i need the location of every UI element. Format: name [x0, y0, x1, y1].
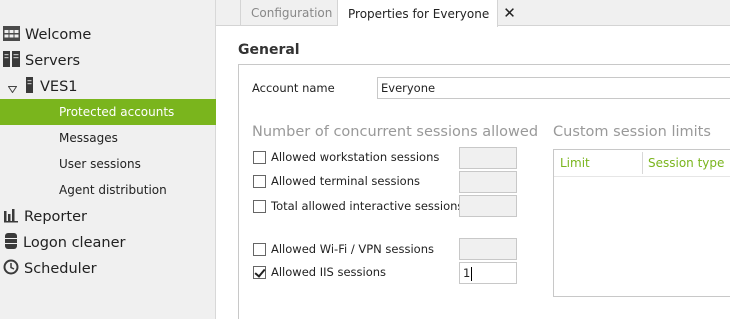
custom-limits-table[interactable]: Limit Session type	[553, 149, 730, 297]
column-header-limit[interactable]: Limit	[560, 156, 590, 170]
sidebar-item-messages[interactable]: Messages	[0, 125, 216, 151]
sidebar-item-label: User sessions	[59, 157, 141, 171]
chevron-down-icon[interactable]	[7, 78, 18, 97]
account-name-field[interactable]: Everyone	[377, 77, 730, 99]
text-caret	[471, 266, 473, 281]
sidebar-item-protected-accounts[interactable]: Protected accounts	[0, 99, 216, 125]
workstation-sessions-checkbox[interactable]	[253, 150, 266, 164]
interactive-sessions-checkbox[interactable]	[253, 199, 266, 213]
tab-configuration[interactable]: Configuration	[240, 0, 338, 26]
sidebar-item-user-sessions[interactable]: User sessions	[0, 151, 216, 177]
sidebar-item-label: Logon cleaner	[23, 235, 126, 251]
section-title: General	[238, 42, 300, 58]
column-header-session-type[interactable]: Session type	[648, 156, 724, 170]
server-icon	[26, 77, 33, 97]
terminal-sessions-input[interactable]	[459, 171, 517, 193]
tab-properties-for-everyone[interactable]: Properties for Everyone ✕	[338, 0, 516, 27]
app-window: Welcome Servers VES1 Protected accounts …	[0, 0, 730, 319]
tab-label: Properties for Everyone	[348, 6, 490, 21]
iis-sessions-value: 1	[463, 266, 471, 280]
sidebar-item-reporter[interactable]: Reporter	[0, 204, 216, 230]
header-divider	[554, 176, 730, 177]
sidebar-item-label: Reporter	[24, 209, 87, 225]
sidebar-item-label: Protected accounts	[59, 105, 175, 119]
close-icon[interactable]: ✕	[503, 6, 516, 21]
concurrent-sessions-heading: Number of concurrent sessions allowed	[252, 124, 539, 140]
tab-label: Configuration	[251, 6, 333, 20]
sidebar-item-label: Welcome	[25, 27, 92, 43]
sidebar-item-label: Messages	[59, 131, 118, 145]
servers-icon	[3, 51, 20, 71]
wifi-vpn-sessions-checkbox[interactable]	[253, 242, 266, 256]
wifi-vpn-sessions-row: Allowed Wi-Fi / VPN sessions	[253, 241, 434, 257]
account-name-label: Account name	[252, 81, 335, 95]
clock-icon	[3, 259, 19, 279]
sidebar-item-agent-distribution[interactable]: Agent distribution	[0, 177, 216, 203]
terminal-sessions-checkbox[interactable]	[253, 174, 266, 188]
sidebar-item-label: Servers	[25, 53, 81, 69]
grid-icon	[3, 25, 20, 45]
sidebar-item-welcome[interactable]: Welcome	[0, 22, 216, 48]
wifi-vpn-sessions-label[interactable]: Allowed Wi-Fi / VPN sessions	[271, 242, 434, 256]
interactive-sessions-row: Total allowed interactive sessions	[253, 198, 463, 214]
sidebar-item-servers[interactable]: Servers	[0, 48, 216, 74]
iis-sessions-label[interactable]: Allowed IIS sessions	[271, 265, 386, 279]
workstation-sessions-label[interactable]: Allowed workstation sessions	[271, 150, 439, 164]
sidebar-item-logon-cleaner[interactable]: Logon cleaner	[0, 230, 216, 256]
terminal-sessions-row: Allowed terminal sessions	[253, 173, 420, 189]
column-separator[interactable]	[642, 152, 643, 174]
sidebar-item-ves1[interactable]: VES1	[0, 74, 216, 100]
iis-sessions-checkbox[interactable]	[253, 265, 266, 279]
sidebar-item-label: Scheduler	[24, 261, 97, 277]
sidebar-item-scheduler[interactable]: Scheduler	[0, 256, 216, 282]
iis-sessions-input[interactable]: 1	[459, 262, 517, 284]
custom-limits-heading: Custom session limits	[553, 124, 711, 140]
workstation-sessions-row: Allowed workstation sessions	[253, 149, 439, 165]
workstation-sessions-input[interactable]	[459, 147, 517, 169]
interactive-sessions-label[interactable]: Total allowed interactive sessions	[271, 199, 463, 213]
bar-chart-icon	[4, 208, 18, 227]
sidebar: Welcome Servers VES1 Protected accounts …	[0, 0, 216, 319]
database-icon	[5, 233, 17, 253]
interactive-sessions-input[interactable]	[459, 195, 517, 217]
sidebar-item-label: Agent distribution	[59, 183, 167, 197]
iis-sessions-row: Allowed IIS sessions	[253, 264, 386, 280]
sidebar-item-label: VES1	[40, 79, 78, 95]
wifi-vpn-sessions-input[interactable]	[459, 238, 517, 260]
tab-bar: Configuration Properties for Everyone ✕	[216, 0, 730, 27]
terminal-sessions-label[interactable]: Allowed terminal sessions	[271, 174, 420, 188]
